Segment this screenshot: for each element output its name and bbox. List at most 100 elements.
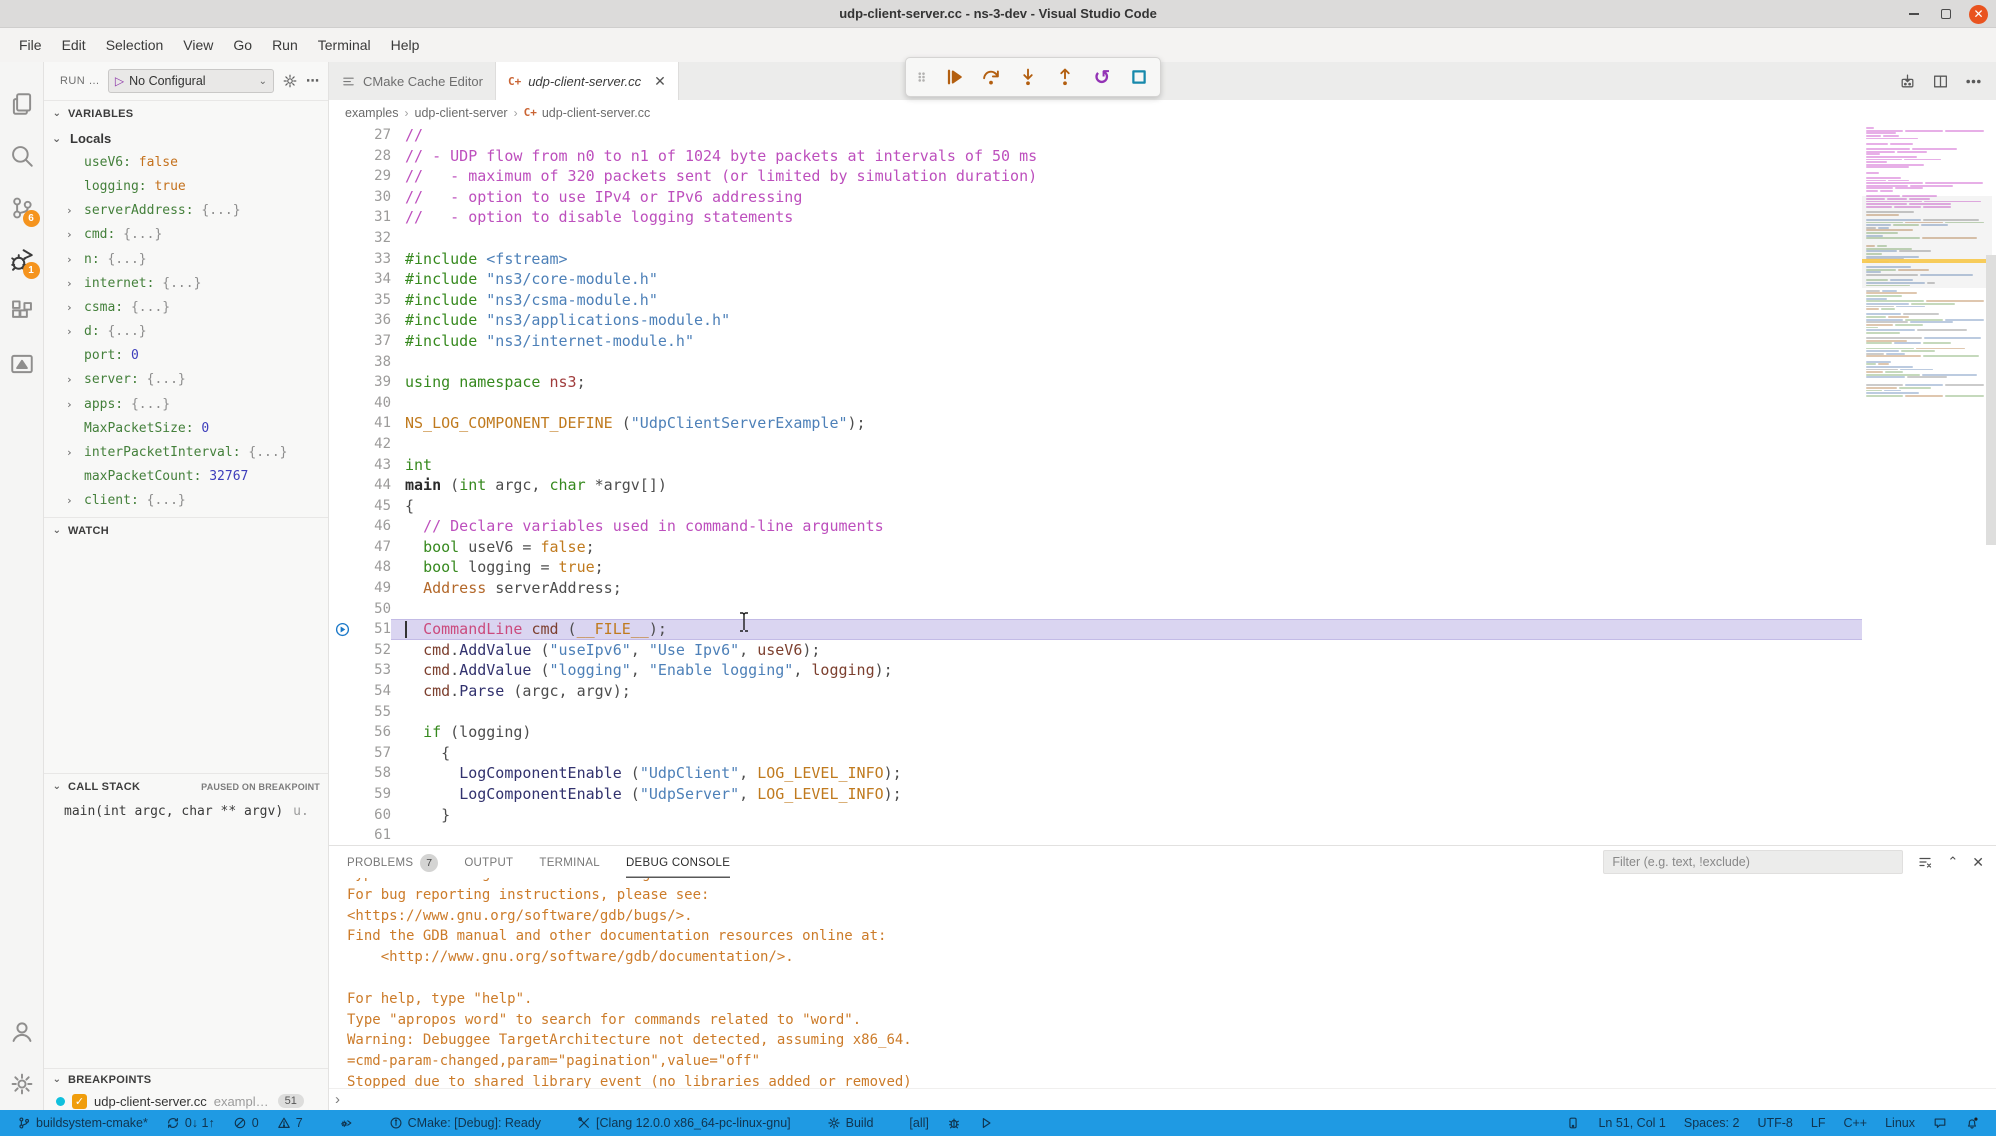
status-sync[interactable]: 0↓ 1↑ bbox=[159, 1110, 222, 1136]
variable-row-d[interactable]: ›d: {...} bbox=[44, 320, 328, 344]
variable-row-interPacketInterval[interactable]: ›interPacketInterval: {...} bbox=[44, 440, 328, 464]
variable-row-serverAddress[interactable]: ›serverAddress: {...} bbox=[44, 199, 328, 223]
maximize-button[interactable] bbox=[1937, 5, 1955, 23]
activity-search-icon[interactable] bbox=[0, 130, 44, 182]
status-branch[interactable]: buildsystem-cmake* bbox=[10, 1110, 155, 1136]
menu-terminal[interactable]: Terminal bbox=[309, 33, 380, 57]
code-line-57[interactable]: 57 { bbox=[329, 743, 1862, 764]
code-line-40[interactable]: 40 bbox=[329, 393, 1862, 414]
breadcrumb-item[interactable]: udp-client-server bbox=[415, 106, 508, 120]
step-into-icon[interactable] bbox=[1017, 66, 1039, 88]
close-button[interactable]: ✕ bbox=[1969, 5, 1988, 24]
views-more-actions-icon[interactable]: ⋯ bbox=[306, 73, 320, 89]
breakpoint-row[interactable]: ✓udp-client-server.ccexampl…51 bbox=[44, 1090, 328, 1110]
status-ln-51-col-1[interactable]: Ln 51, Col 1 bbox=[1591, 1110, 1672, 1136]
panel-tab-output[interactable]: OUTPUT bbox=[464, 846, 513, 878]
menu-run[interactable]: Run bbox=[263, 33, 307, 57]
tab-udp-client-server-cc[interactable]: C+udp-client-server.cc✕ bbox=[496, 62, 679, 100]
code-editor[interactable]: 27//28// - UDP flow from n0 to n1 of 102… bbox=[329, 125, 1996, 845]
code-line-45[interactable]: 45{ bbox=[329, 496, 1862, 517]
minimize-button[interactable] bbox=[1905, 5, 1923, 23]
activity-account-icon[interactable] bbox=[0, 1006, 44, 1058]
code-line-33[interactable]: 33#include <fstream> bbox=[329, 249, 1862, 270]
code-line-50[interactable]: 50 bbox=[329, 599, 1862, 620]
step-out-icon[interactable] bbox=[1054, 66, 1076, 88]
debug-console-prompt[interactable]: › bbox=[329, 1088, 1996, 1110]
variable-row-logging[interactable]: logging: true bbox=[44, 174, 328, 198]
code-line-58[interactable]: 58 LogComponentEnable ("UdpClient", LOG_… bbox=[329, 763, 1862, 784]
status-remote[interactable] bbox=[1559, 1110, 1587, 1136]
code-line-61[interactable]: 61 bbox=[329, 825, 1862, 845]
ellipsis-icon[interactable] bbox=[1965, 73, 1982, 90]
activity-cmake-icon[interactable] bbox=[0, 338, 44, 390]
status-tools[interactable]: [Clang 12.0.0 x86_64-pc-linux-gnu] bbox=[570, 1110, 798, 1136]
breakpoint-checkbox[interactable]: ✓ bbox=[72, 1094, 87, 1109]
debug-configuration-dropdown[interactable]: ▷ No Configural ⌄ bbox=[108, 69, 274, 93]
variables-header[interactable]: ⌄ VARIABLES bbox=[44, 100, 328, 126]
variable-row-client[interactable]: ›client: {...} bbox=[44, 489, 328, 513]
activity-run-debug-icon[interactable]: 1 bbox=[0, 234, 44, 286]
code-line-60[interactable]: 60 } bbox=[329, 805, 1862, 826]
variable-row-useV6[interactable]: useV6: false bbox=[44, 150, 328, 174]
stop-icon[interactable] bbox=[1128, 66, 1150, 88]
status-utf-8[interactable]: UTF-8 bbox=[1750, 1110, 1799, 1136]
minimap-viewport[interactable] bbox=[1862, 196, 1992, 288]
menu-go[interactable]: Go bbox=[224, 33, 261, 57]
status-bug[interactable] bbox=[940, 1110, 968, 1136]
status-gear-arrow[interactable] bbox=[332, 1110, 360, 1136]
code-line-35[interactable]: 35#include "ns3/csma-module.h" bbox=[329, 290, 1862, 311]
code-line-29[interactable]: 29// - maximum of 320 packets sent (or l… bbox=[329, 166, 1862, 187]
code-line-48[interactable]: 48 bool logging = true; bbox=[329, 557, 1862, 578]
code-line-43[interactable]: 43int bbox=[329, 455, 1862, 476]
debug-current-line-icon[interactable] bbox=[329, 622, 355, 637]
code-line-31[interactable]: 31// - option to disable logging stateme… bbox=[329, 207, 1862, 228]
console-filter-input[interactable]: Filter (e.g. text, !exclude) bbox=[1603, 850, 1903, 874]
download-icon[interactable] bbox=[1899, 73, 1916, 90]
status-bell[interactable] bbox=[1958, 1110, 1986, 1136]
status-warning[interactable]: 7 bbox=[270, 1110, 310, 1136]
menu-help[interactable]: Help bbox=[382, 33, 429, 57]
continue-icon[interactable] bbox=[943, 66, 965, 88]
activity-source-control-icon[interactable]: 6 bbox=[0, 182, 44, 234]
menu-file[interactable]: File bbox=[10, 33, 51, 57]
variable-row-n[interactable]: ›n: {...} bbox=[44, 247, 328, 271]
variable-row-internet[interactable]: ›internet: {...} bbox=[44, 271, 328, 295]
status-c-[interactable]: C++ bbox=[1836, 1110, 1874, 1136]
code-line-56[interactable]: 56 if (logging) bbox=[329, 722, 1862, 743]
code-line-37[interactable]: 37#include "ns3/internet-module.h" bbox=[329, 331, 1862, 352]
variable-row-port[interactable]: port: 0 bbox=[44, 344, 328, 368]
panel-tab-terminal[interactable]: TERMINAL bbox=[539, 846, 600, 878]
grip-icon[interactable] bbox=[916, 66, 928, 88]
activity-settings-gear-icon[interactable] bbox=[0, 1058, 44, 1110]
code-line-38[interactable]: 38 bbox=[329, 352, 1862, 373]
debug-console-output[interactable]: Type "show configuration" for configurat… bbox=[329, 878, 1996, 1088]
menu-edit[interactable]: Edit bbox=[53, 33, 95, 57]
panel-tab-problems[interactable]: PROBLEMS7 bbox=[347, 846, 438, 878]
variable-row-maxPacketCount[interactable]: maxPacketCount: 32767 bbox=[44, 465, 328, 489]
variable-row-cmd[interactable]: ›cmd: {...} bbox=[44, 223, 328, 247]
debug-settings-gear-icon[interactable] bbox=[282, 73, 298, 89]
code-line-28[interactable]: 28// - UDP flow from n0 to n1 of 1024 by… bbox=[329, 146, 1862, 167]
status-feedback[interactable] bbox=[1926, 1110, 1954, 1136]
code-line-49[interactable]: 49 Address serverAddress; bbox=[329, 578, 1862, 599]
code-line-34[interactable]: 34#include "ns3/core-module.h" bbox=[329, 269, 1862, 290]
split-editor-icon[interactable] bbox=[1932, 73, 1949, 90]
call-stack-header[interactable]: ⌄ CALL STACK PAUSED ON BREAKPOINT bbox=[44, 773, 328, 799]
status-error[interactable]: 0 bbox=[226, 1110, 266, 1136]
code-line-36[interactable]: 36#include "ns3/applications-module.h" bbox=[329, 310, 1862, 331]
watch-header[interactable]: ⌄ WATCH bbox=[44, 517, 328, 543]
code-line-52[interactable]: 52 cmd.AddValue ("useIpv6", "Use Ipv6", … bbox=[329, 640, 1862, 661]
maximize-panel-icon[interactable]: ⌃ bbox=[1947, 854, 1958, 870]
clear-console-icon[interactable] bbox=[1917, 854, 1933, 870]
restart-icon[interactable]: ↺ bbox=[1091, 66, 1113, 88]
minimap[interactable] bbox=[1866, 127, 1984, 399]
close-panel-icon[interactable]: ✕ bbox=[1972, 854, 1984, 871]
status-linux[interactable]: Linux bbox=[1878, 1110, 1922, 1136]
code-line-42[interactable]: 42 bbox=[329, 434, 1862, 455]
code-line-39[interactable]: 39using namespace ns3; bbox=[329, 372, 1862, 393]
scope-locals[interactable]: ⌄Locals bbox=[44, 126, 328, 150]
tab-cmake-cache-editor[interactable]: CMake Cache Editor bbox=[329, 62, 496, 100]
code-line-30[interactable]: 30// - option to use IPv4 or IPv6 addres… bbox=[329, 187, 1862, 208]
editor-scrollbar[interactable] bbox=[1986, 255, 1996, 545]
code-line-55[interactable]: 55 bbox=[329, 702, 1862, 723]
